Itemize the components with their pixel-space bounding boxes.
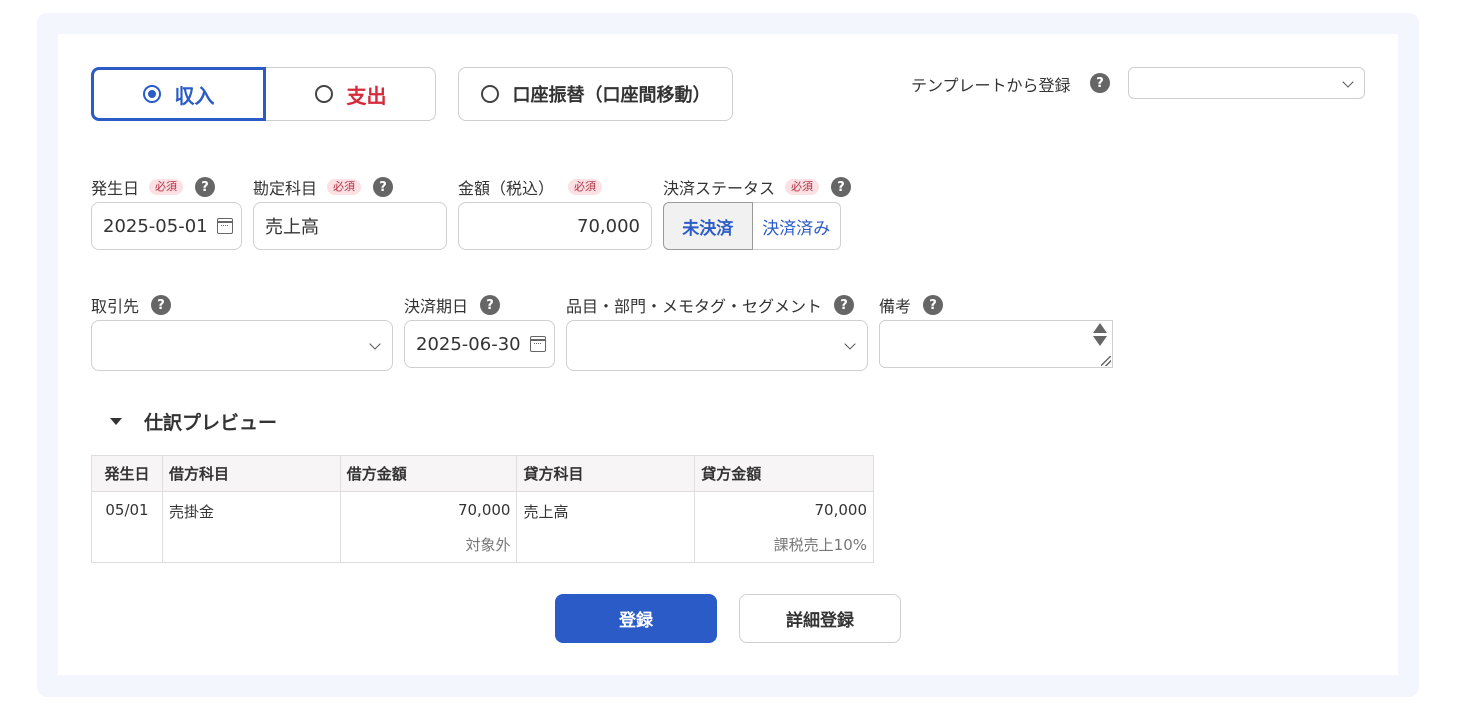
partner-select[interactable] [91,320,393,371]
expense-radio[interactable] [314,85,333,103]
col-debit-amount: 借方金額 [339,455,518,492]
partner-label-text: 取引先 [91,297,140,316]
spin-down-icon[interactable] [1093,336,1107,346]
income-tab[interactable]: 収入 [91,67,266,121]
account-input[interactable]: 売上高 [253,202,447,250]
row-date: 05/01 [91,491,163,528]
chevron-down-icon [369,338,381,350]
col-date: 発生日 [91,455,163,492]
row-debit-account: 売掛金 [161,491,341,528]
partner-help-icon[interactable]: ? [151,295,172,315]
issue-date-label-text: 発生日 [91,179,140,198]
required-badge: 必須 [785,179,820,195]
template-help-icon[interactable]: ? [1090,73,1110,93]
journal-preview-toggle[interactable]: 仕訳プレビュー [110,408,277,435]
caret-down-icon [110,418,122,425]
required-badge: 必須 [327,179,362,195]
calendar-icon[interactable] [530,336,546,352]
settlement-status-toggle: 未決済 決済済み [663,202,841,250]
detail-register-button[interactable]: 詳細登録 [739,594,901,643]
col-credit-amount: 貸方金額 [694,455,874,492]
row-debit-account-empty [161,528,341,563]
table-row: 05/01 売掛金 70,000 売上高 70,000 [91,491,874,528]
calendar-icon[interactable] [217,218,233,234]
row-credit-account: 売上高 [516,491,696,528]
tags-label-text: 品目・部門・メモタグ・セグメント [566,297,823,316]
due-date-input[interactable]: 2025-06-30 [404,320,555,368]
expense-tab[interactable]: 支出 [266,67,436,121]
settlement-status-label: 決済ステータス 必須 ? [663,175,852,199]
tags-help-icon[interactable]: ? [834,295,855,315]
account-label-text: 勘定科目 [253,179,318,198]
amount-value: 70,000 [577,215,640,237]
account-help-icon[interactable]: ? [373,177,394,197]
spin-up-icon[interactable] [1093,323,1107,333]
transfer-radio[interactable] [480,85,499,103]
row-date-empty [91,528,163,563]
unsettled-option[interactable]: 未決済 [663,202,753,250]
memo-label-text: 備考 [879,297,912,316]
memo-label: 備考 ? [879,293,944,317]
template-label: テンプレートから登録 [911,76,1071,95]
tags-label: 品目・部門・メモタグ・セグメント ? [566,293,855,317]
row-credit-account-empty [516,528,696,563]
transfer-label: 口座振替（口座間移動） [512,85,711,106]
issue-date-label: 発生日 必須 ? [91,175,216,199]
amount-input[interactable]: 70,000 [458,202,652,250]
settlement-status-help-icon[interactable]: ? [831,177,852,197]
due-date-help-icon[interactable]: ? [480,295,501,315]
income-radio[interactable] [142,85,161,103]
issue-date-help-icon[interactable]: ? [195,177,216,197]
issue-date-input[interactable]: 2025-05-01 [91,202,242,250]
income-label: 収入 [174,83,215,108]
transfer-tab[interactable]: 口座振替（口座間移動） [458,67,733,121]
account-value: 売上高 [265,217,319,238]
row-debit-tax: 対象外 [339,528,518,563]
form-frame: 収入 支出 口座振替（口座間移動） テンプレートから登録 ? 発生日 必須 ? … [37,13,1419,697]
chevron-down-icon [844,338,856,350]
issue-date-value: 2025-05-01 [103,215,208,237]
settlement-status-label-text: 決済ステータス [663,179,776,198]
partner-label: 取引先 ? [91,293,172,317]
col-debit-account: 借方科目 [161,455,341,492]
journal-preview-title: 仕訳プレビュー [144,412,278,434]
row-debit-amount: 70,000 [339,491,518,528]
transaction-type-tabs: 収入 支出 [91,67,436,121]
account-label: 勘定科目 必須 ? [253,175,394,199]
row-credit-amount: 70,000 [694,491,874,528]
template-select[interactable] [1128,67,1365,99]
due-date-label-text: 決済期日 [404,297,469,316]
memo-help-icon[interactable]: ? [923,295,944,315]
due-date-value: 2025-06-30 [416,333,521,355]
memo-textarea[interactable] [879,320,1113,368]
required-badge: 必須 [568,179,603,195]
amount-label: 金額（税込） 必須 [458,175,603,199]
required-badge: 必須 [149,179,184,195]
chevron-down-icon [1342,76,1354,88]
tags-select[interactable] [566,320,868,371]
settled-option[interactable]: 決済済み [752,202,841,250]
entry-form-panel: 収入 支出 口座振替（口座間移動） テンプレートから登録 ? 発生日 必須 ? … [58,34,1398,675]
amount-label-text: 金額（税込） [458,179,555,198]
table-row-tax: 対象外 課税売上10% [91,528,874,563]
row-credit-tax: 課税売上10% [694,528,874,563]
submit-button[interactable]: 登録 [555,594,717,643]
table-header-row: 発生日 借方科目 借方金額 貸方科目 貸方金額 [91,455,874,492]
resize-handle-icon[interactable] [1101,356,1111,366]
journal-preview-table: 発生日 借方科目 借方金額 貸方科目 貸方金額 05/01 売掛金 70,000… [91,455,874,563]
expense-label: 支出 [346,83,387,108]
due-date-label: 決済期日 ? [404,293,501,317]
col-credit-account: 貸方科目 [516,455,696,492]
